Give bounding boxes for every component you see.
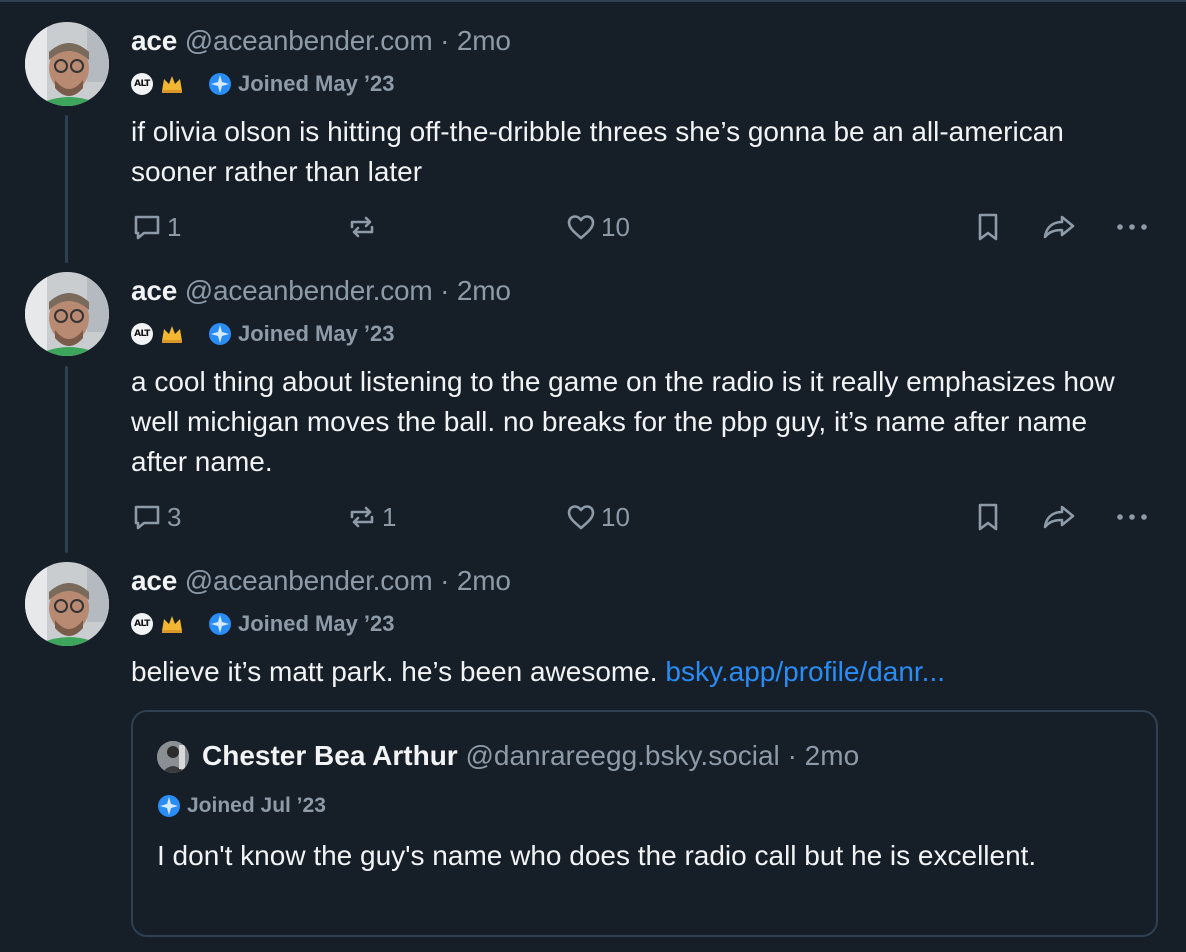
repost-count: 1 (382, 501, 397, 532)
reply-icon (134, 215, 160, 240)
joined-text: Joined May ’23 (238, 611, 395, 636)
more-icon (1117, 224, 1147, 230)
post-actions: 3 1 10 (0, 499, 1186, 535)
quoted-avatar[interactable] (157, 741, 189, 773)
quoted-joined-label: Joined Jul ’23 (157, 794, 326, 818)
quoted-header: Chester Bea Arthur @danrareegg.bsky.soci… (202, 739, 859, 773)
alt-badge: ALT (131, 323, 153, 345)
quoted-time[interactable]: 2mo (805, 740, 859, 771)
reply-icon (134, 505, 160, 530)
repost-button[interactable]: 1 (346, 499, 396, 535)
share-icon (1043, 505, 1075, 529)
bookmark-button[interactable] (972, 209, 1004, 245)
reply-count: 1 (167, 211, 182, 242)
author-name[interactable]: ace (131, 25, 177, 56)
reply-button[interactable]: 3 (131, 499, 181, 535)
separator: · (440, 25, 450, 56)
quoted-author-handle[interactable]: @danrareegg.bsky.social (465, 740, 779, 771)
joined-label: Joined May ’23 (208, 611, 395, 637)
bookmark-icon (978, 503, 998, 531)
like-button[interactable]: 10 (565, 209, 630, 245)
joined-text: Joined May ’23 (238, 71, 395, 96)
post[interactable]: ace @aceanbender.com · 2mo ALT Joined Ma… (0, 252, 1186, 542)
avatar[interactable] (25, 272, 109, 356)
joined-badge-icon (209, 323, 231, 345)
avatar[interactable] (25, 22, 109, 106)
reply-count: 3 (167, 501, 182, 532)
separator: · (440, 275, 450, 306)
author-handle[interactable]: @aceanbender.com (185, 275, 433, 306)
quoted-text: I don't know the guy's name who does the… (157, 840, 1037, 871)
bookmark-button[interactable] (972, 499, 1004, 535)
share-button[interactable] (1042, 499, 1076, 535)
quoted-joined-text: Joined Jul ’23 (187, 794, 326, 817)
reply-button[interactable]: 1 (131, 209, 181, 245)
more-options-button[interactable] (1115, 499, 1149, 535)
thread-feed: ace @aceanbender.com · 2mo ALT Joined Ma… (0, 0, 1186, 952)
post-text-body: believe it’s matt park. he’s been awesom… (131, 656, 666, 687)
like-icon (567, 505, 595, 530)
share-icon (1043, 215, 1075, 239)
share-button[interactable] (1042, 209, 1076, 245)
avatar[interactable] (25, 562, 109, 646)
author-handle[interactable]: @aceanbender.com (185, 25, 433, 56)
post-header: ace @aceanbender.com · 2mo (131, 564, 511, 598)
separator: · (787, 740, 797, 771)
post-time[interactable]: 2mo (457, 565, 511, 596)
post-time[interactable]: 2mo (457, 25, 511, 56)
more-options-button[interactable] (1115, 209, 1149, 245)
quoted-author-name[interactable]: Chester Bea Arthur (202, 740, 458, 771)
like-button[interactable]: 10 (565, 499, 630, 535)
alt-badge: ALT (131, 73, 153, 95)
more-icon (1117, 514, 1147, 520)
separator: · (440, 565, 450, 596)
post-time[interactable]: 2mo (457, 275, 511, 306)
repost-button[interactable] (346, 209, 382, 245)
crown-icon (160, 613, 184, 635)
post-text: if olivia olson is hitting off-the-dribb… (131, 116, 1064, 187)
like-count: 10 (601, 501, 630, 532)
badge-row: ALT Joined May ’23 (131, 70, 395, 98)
alt-badge: ALT (131, 613, 153, 635)
author-handle[interactable]: @aceanbender.com (185, 565, 433, 596)
author-name[interactable]: ace (131, 275, 177, 306)
joined-badge-icon (209, 613, 231, 635)
post-header: ace @aceanbender.com · 2mo (131, 274, 511, 308)
joined-text: Joined May ’23 (238, 321, 395, 346)
crown-icon (160, 323, 184, 345)
repost-icon (350, 216, 374, 238)
joined-badge-icon (209, 73, 231, 95)
like-icon (567, 215, 595, 240)
badge-row: ALT Joined May ’23 (131, 610, 395, 638)
post-link[interactable]: bsky.app/profile/danr... (665, 656, 945, 687)
badge-row: ALT Joined May ’23 (131, 320, 395, 348)
joined-badge-icon (158, 795, 180, 817)
joined-label: Joined May ’23 (208, 321, 395, 347)
post[interactable]: ace @aceanbender.com · 2mo ALT Joined Ma… (0, 2, 1186, 252)
post-text: a cool thing about listening to the game… (131, 366, 1115, 477)
bookmark-icon (978, 213, 998, 241)
like-count: 10 (601, 211, 630, 242)
post-header: ace @aceanbender.com · 2mo (131, 24, 511, 58)
joined-label: Joined May ’23 (208, 71, 395, 97)
quoted-post[interactable]: Chester Bea Arthur @danrareegg.bsky.soci… (131, 710, 1158, 937)
post-text: believe it’s matt park. he’s been awesom… (131, 652, 1131, 692)
post-actions: 1 10 (0, 209, 1186, 245)
repost-icon (350, 506, 374, 528)
crown-icon (160, 73, 184, 95)
author-name[interactable]: ace (131, 565, 177, 596)
